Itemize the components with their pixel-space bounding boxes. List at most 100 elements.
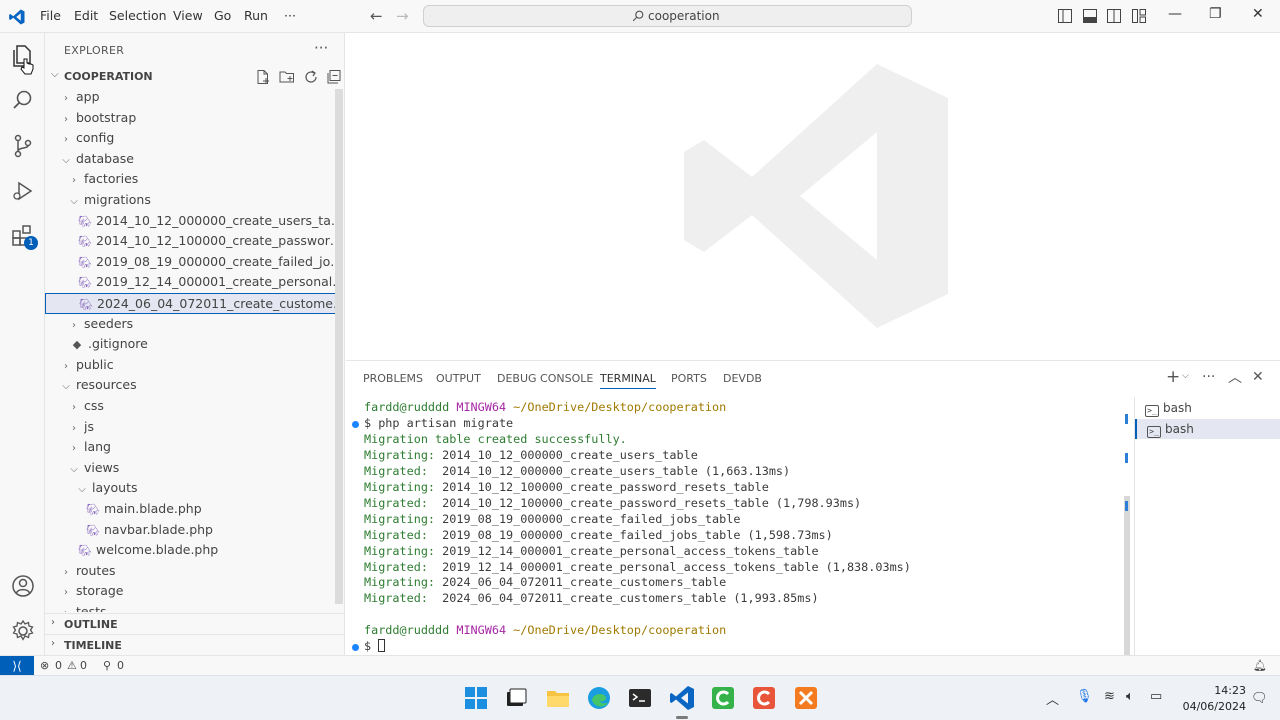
remote-indicator-button[interactable]: ⟩⟨ <box>0 656 34 676</box>
sidebar-scrollbar[interactable] <box>335 89 343 604</box>
tree-file[interactable]: 🐘︎ 2014_10_12_100000_create_password_rese… <box>45 231 335 252</box>
warnings-icon[interactable]: ⚠ <box>67 659 77 672</box>
command-decoration-dot[interactable] <box>352 644 359 652</box>
tree-file[interactable]: 🐘︎ 2019_12_14_000001_create_personal_acce… <box>45 272 335 293</box>
battery-icon[interactable]: ▭ <box>1150 689 1162 704</box>
menu-go[interactable]: Go <box>214 8 231 23</box>
maximize-panel-icon[interactable]: ︿ <box>1228 367 1242 387</box>
edge-browser-icon[interactable] <box>585 684 613 712</box>
tree-file[interactable]: 🐘︎ 2019_08_19_000000_create_failed_jobs_t… <box>45 252 335 273</box>
clock-time[interactable]: 14:23 <box>1196 684 1246 697</box>
notifications-bell-icon[interactable]: 🔔︎ <box>1253 659 1267 672</box>
windows-start-icon[interactable] <box>462 684 490 712</box>
tree-folder[interactable]: ⌵ migrations <box>45 190 335 211</box>
tree-file[interactable]: 🐘︎ navbar.blade.php <box>45 520 335 541</box>
tree-folder[interactable]: › css <box>45 396 335 417</box>
toggle-primary-sidebar-icon[interactable] <box>1058 9 1072 23</box>
command-center-search[interactable]: cooperation <box>423 5 912 27</box>
minimize-button[interactable]: — <box>1168 6 1182 22</box>
tree-folder[interactable]: › config <box>45 128 335 149</box>
terminal-instance-item[interactable]: >_ bash <box>1135 419 1280 439</box>
menu-edit[interactable]: Edit <box>74 8 98 23</box>
terminal-line: Migrated: 2019_08_19_000000_create_faile… <box>364 527 833 542</box>
editor-area[interactable] <box>346 33 1280 360</box>
panel-tab-debug-console[interactable]: DEBUG CONSOLE <box>497 372 593 385</box>
tree-folder[interactable]: › public <box>45 355 335 376</box>
search-icon[interactable] <box>10 88 36 114</box>
tree-file[interactable]: 🐘︎ welcome.blade.php <box>45 540 335 561</box>
forward-arrow-icon[interactable]: → <box>396 7 409 25</box>
terminal-output[interactable]: fardd@rudddd MINGW64 ~/OneDrive/Desktop/… <box>352 399 1128 656</box>
wifi-icon[interactable]: ≋ <box>1104 689 1115 704</box>
tree-folder[interactable]: › routes <box>45 561 335 582</box>
clock-date[interactable]: 04/06/2024 <box>1180 700 1246 713</box>
refresh-icon[interactable] <box>303 69 319 85</box>
tree-folder[interactable]: › bootstrap <box>45 108 335 129</box>
customize-layout-icon[interactable] <box>1132 9 1146 23</box>
close-button[interactable]: ✕ <box>1252 6 1264 22</box>
panel-tab-ports[interactable]: PORTS <box>671 372 707 385</box>
panel-tab-problems[interactable]: PROBLEMS <box>363 372 423 385</box>
tree-folder[interactable]: › app <box>45 87 335 108</box>
panel-tab-output[interactable]: OUTPUT <box>436 372 481 385</box>
outline-section[interactable]: › OUTLINE <box>45 613 344 634</box>
source-control-icon[interactable] <box>10 133 36 159</box>
tree-folder[interactable]: › tests <box>45 602 335 612</box>
tree-folder[interactable]: ⌵ database <box>45 149 335 170</box>
tree-file[interactable]: 🐘︎ main.blade.php <box>45 499 335 520</box>
tree-folder[interactable]: › storage <box>45 581 335 602</box>
toggle-secondary-sidebar-icon[interactable] <box>1107 9 1121 23</box>
terminal-instance-item[interactable]: >_ bash <box>1135 398 1280 418</box>
command-decoration-dot[interactable] <box>352 420 359 428</box>
workspace-folder-header[interactable]: ⌵ COOPERATION <box>49 67 344 87</box>
menu-run[interactable]: Run <box>244 8 268 23</box>
terminal-app-icon[interactable] <box>626 684 654 712</box>
tree-file[interactable]: ◆ .gitignore <box>45 334 335 355</box>
chevron-down-icon[interactable]: ⌵ <box>1182 371 1189 381</box>
tree-folder[interactable]: ⌵ views <box>45 458 335 479</box>
settings-gear-icon[interactable] <box>10 618 36 644</box>
timeline-section[interactable]: › TIMELINE <box>45 634 344 655</box>
notification-center-icon[interactable]: 🗨︎ <box>1251 691 1268 706</box>
new-folder-icon[interactable] <box>279 69 295 85</box>
tree-folder[interactable]: ⌵ resources <box>45 375 335 396</box>
xampp-icon[interactable] <box>792 684 820 712</box>
close-panel-icon[interactable]: ✕ <box>1252 369 1264 385</box>
errors-icon[interactable]: ⊗ <box>40 659 49 672</box>
menu-file[interactable]: File <box>40 8 61 23</box>
accounts-icon[interactable] <box>10 573 36 599</box>
tree-folder[interactable]: › js <box>45 417 335 438</box>
tree-file[interactable]: 🐘︎ 2014_10_12_000000_create_users_table.p… <box>45 211 335 232</box>
toggle-panel-icon[interactable] <box>1083 9 1097 23</box>
menu-selection[interactable]: Selection <box>109 8 167 23</box>
panel-tab-devdb[interactable]: DEVDB <box>723 372 762 385</box>
new-terminal-plus-icon[interactable]: + <box>1166 367 1180 387</box>
tree-folder[interactable]: › lang <box>45 437 335 458</box>
tree-file[interactable]: 🐘︎ 2024_06_04_072011_create_customers_tab… <box>45 293 335 314</box>
tree-folder[interactable]: › seeders <box>45 314 335 335</box>
ports-icon[interactable]: ⚲ <box>103 659 111 672</box>
explorer-title: EXPLORER <box>64 44 125 57</box>
collapse-all-icon[interactable] <box>326 69 342 85</box>
panel-more-icon[interactable]: ··· <box>1202 369 1215 385</box>
tray-overflow-chevron-icon[interactable]: ︿ <box>1046 689 1059 708</box>
panel-tab-terminal[interactable]: TERMINAL <box>600 372 656 389</box>
new-file-icon[interactable] <box>255 69 271 85</box>
volume-icon[interactable]: 🔈︎ <box>1126 689 1134 704</box>
menu-more[interactable]: ··· <box>284 8 296 23</box>
green-c-app-icon[interactable] <box>709 684 737 712</box>
vscode-taskbar-icon[interactable] <box>668 684 696 712</box>
menu-view[interactable]: View <box>173 8 203 23</box>
microphone-icon[interactable]: 🎙︎ <box>1076 689 1093 704</box>
back-arrow-icon[interactable]: ← <box>370 7 383 25</box>
tree-folder[interactable]: ⌵ layouts <box>45 478 335 499</box>
terminal-scrollbar[interactable] <box>1124 496 1130 656</box>
file-explorer-icon[interactable] <box>544 684 572 712</box>
explorer-more-button[interactable]: ··· <box>314 39 328 57</box>
red-c-app-icon[interactable] <box>750 684 778 712</box>
tree-item-label: public <box>76 356 114 372</box>
run-and-debug-icon[interactable] <box>10 178 36 204</box>
maximize-button[interactable]: ❐ <box>1209 6 1222 22</box>
task-view-icon[interactable] <box>502 684 530 712</box>
tree-folder[interactable]: › factories <box>45 169 335 190</box>
